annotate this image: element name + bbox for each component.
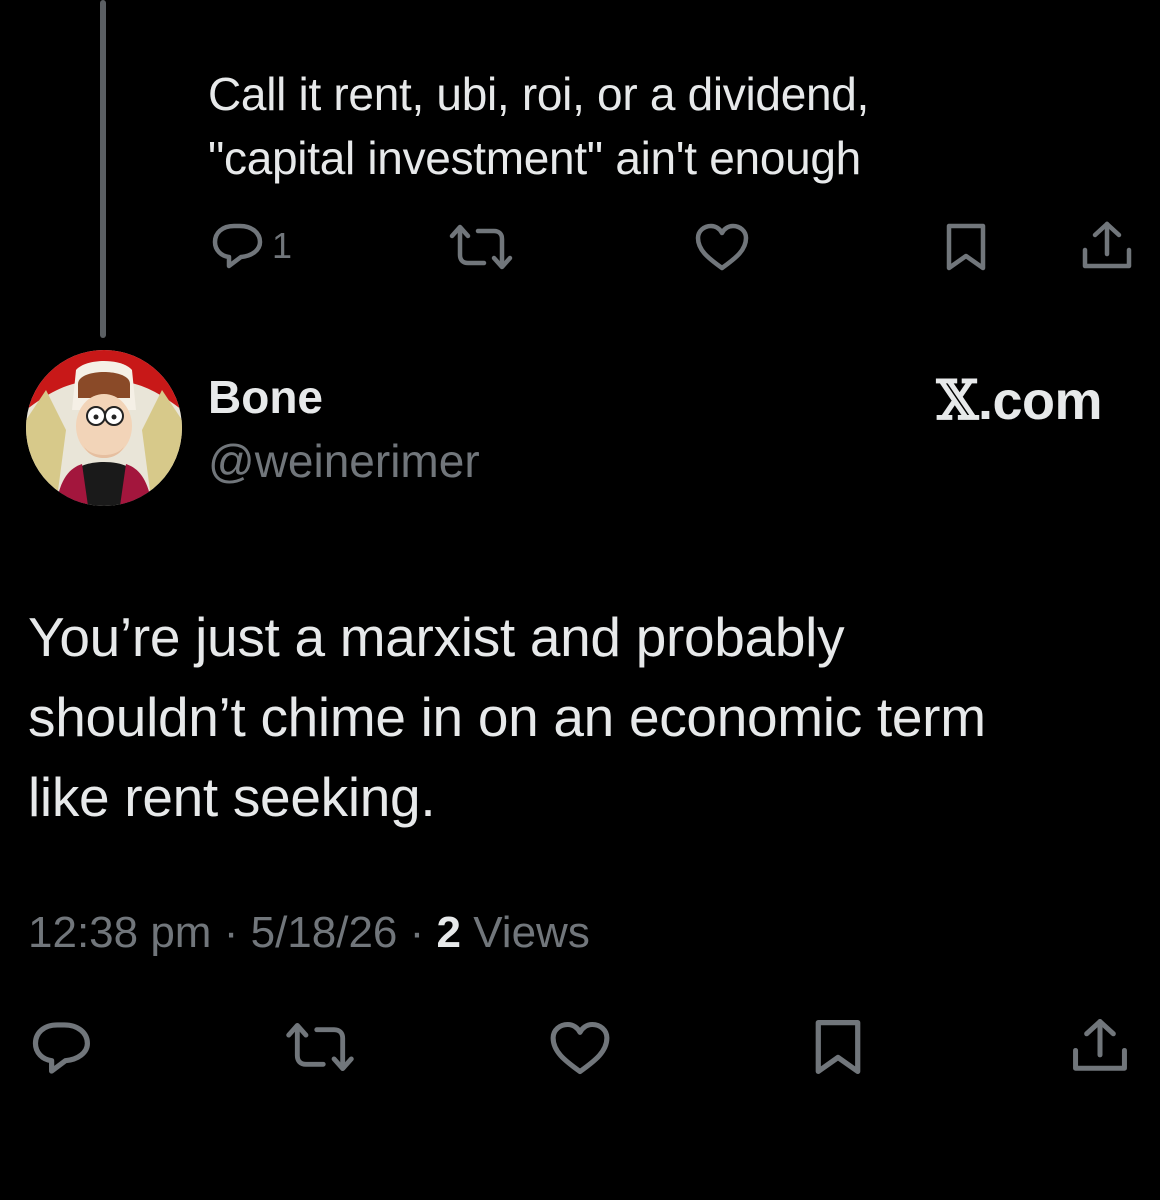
parent-tweet-text-line-1: Call it rent, ubi, roi, or a dividend,	[208, 68, 870, 120]
share-button[interactable]	[1070, 1016, 1130, 1076]
user-handle[interactable]: @weinerimer	[208, 434, 480, 488]
parent-reply-count: 1	[272, 225, 293, 266]
heart-icon	[695, 223, 749, 271]
views-count[interactable]: 2	[437, 908, 461, 957]
parent-bookmark-button[interactable]	[944, 222, 988, 272]
reply-tweet-text-line-1: You’re just a marxist and probably	[28, 606, 845, 668]
tweet-date[interactable]: 5/18/26	[251, 908, 398, 957]
retweet-icon	[449, 224, 513, 270]
reply-tweet-text-line-2: shouldn’t chime in on an economic term	[28, 686, 986, 748]
x-logo-glyph: 𝕏	[936, 368, 979, 432]
reply-icon	[212, 223, 263, 269]
avatar[interactable]	[26, 350, 182, 506]
parent-like-button[interactable]	[694, 222, 750, 272]
meta-separator: ·	[223, 908, 239, 957]
parent-retweet-button[interactable]	[448, 222, 514, 272]
reply-button[interactable]	[32, 1020, 92, 1076]
meta-separator: ·	[409, 908, 425, 957]
share-icon	[1082, 221, 1132, 269]
reply-tweet-text-line-3: like rent seeking.	[28, 766, 436, 828]
bookmark-button[interactable]	[812, 1018, 864, 1076]
retweet-button[interactable]	[284, 1020, 356, 1074]
parent-reply-button[interactable]: 1	[212, 222, 292, 270]
x-logo-suffix: .com	[977, 371, 1103, 431]
bookmark-icon	[815, 1020, 861, 1074]
tweet-metadata: 12:38 pm · 5/18/26 · 2 Views	[28, 908, 590, 958]
tweet-time[interactable]: 12:38 pm	[28, 908, 211, 957]
heart-icon	[550, 1021, 610, 1075]
parent-share-button[interactable]	[1080, 220, 1134, 272]
parent-tweet-text: Call it rent, ubi, roi, or a dividend, "…	[208, 62, 1108, 190]
thread-connector-line	[100, 0, 106, 338]
bookmark-icon	[946, 223, 986, 271]
reply-icon	[32, 1022, 90, 1074]
views-label[interactable]: Views	[473, 908, 590, 957]
avatar-image	[26, 350, 182, 506]
parent-tweet-text-line-2: "capital investment" ain't enough	[208, 132, 861, 184]
x-com-logo: 𝕏.com	[936, 368, 1103, 432]
like-button[interactable]	[548, 1020, 612, 1076]
retweet-icon	[286, 1022, 354, 1072]
reply-tweet-text: You’re just a marxist and probably shoul…	[28, 597, 1128, 837]
display-name[interactable]: Bone	[208, 370, 323, 424]
share-icon	[1073, 1019, 1127, 1071]
